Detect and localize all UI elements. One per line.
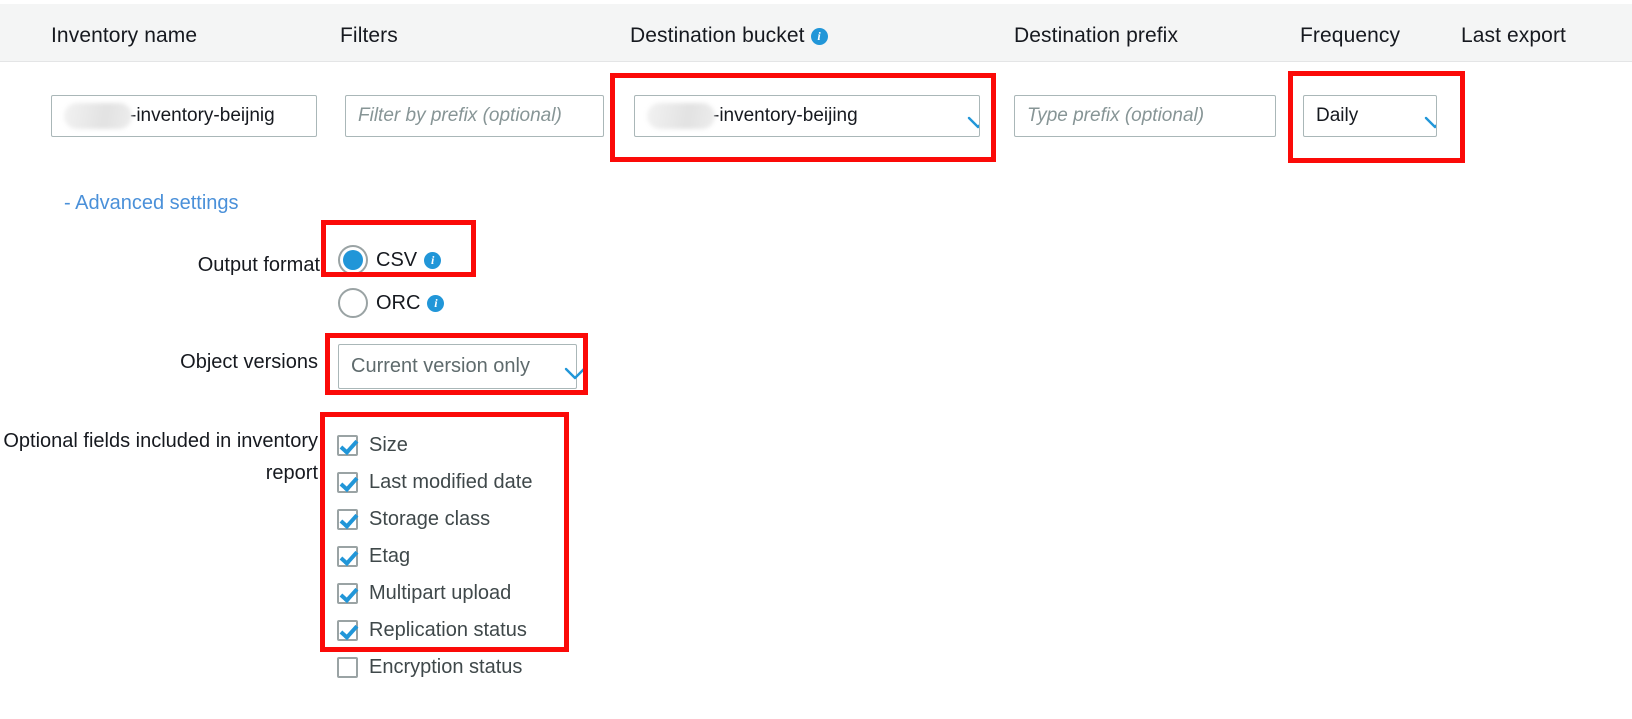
object-versions-label-text: Object versions: [180, 351, 318, 373]
redacted-text-chip: [647, 103, 715, 129]
frequency-value: Daily: [1316, 105, 1359, 126]
advanced-settings-toggle-label: - Advanced settings: [64, 192, 239, 214]
inventory-table-header: Inventory name Filters Destination bucke…: [0, 4, 1632, 62]
destination-prefix-placeholder: Type prefix (optional): [1027, 105, 1205, 126]
checkbox-last-modified-date[interactable]: [337, 472, 358, 493]
info-icon[interactable]: i: [424, 251, 442, 269]
column-header-filters-label: Filters: [340, 24, 398, 47]
destination-bucket-select[interactable]: -inventory-beijing: [634, 95, 980, 137]
advanced-settings-toggle[interactable]: - Advanced settings: [64, 192, 239, 215]
column-header-inventory-name: Inventory name: [51, 24, 197, 48]
checkbox-row-etag[interactable]: Etag: [337, 538, 532, 575]
info-icon[interactable]: i: [810, 28, 828, 45]
checkbox-row-multipart-upload[interactable]: Multipart upload: [337, 575, 532, 612]
checkbox-last-modified-date-label: Last modified date: [369, 471, 533, 493]
column-header-destination-bucket: Destination bucket i: [630, 24, 828, 48]
checkbox-row-storage-class[interactable]: Storage class: [337, 501, 532, 538]
object-versions-value: Current version only: [351, 355, 530, 377]
checkbox-encryption-status[interactable]: [337, 657, 358, 678]
checkbox-storage-class-label: Storage class: [369, 508, 491, 530]
checkbox-multipart-upload[interactable]: [337, 583, 358, 604]
column-header-frequency: Frequency: [1300, 24, 1400, 48]
radio-button-csv[interactable]: [338, 245, 368, 275]
checkbox-encryption-status-label: Encryption status: [369, 656, 523, 678]
destination-prefix-input[interactable]: Type prefix (optional): [1014, 95, 1276, 137]
output-format-label: Output format: [0, 251, 320, 279]
inventory-name-input[interactable]: -inventory-beijnig: [51, 95, 317, 137]
optional-fields-checkbox-list: Size Last modified date Storage class Et…: [337, 427, 532, 686]
column-header-destination-bucket-label: Destination bucket: [630, 24, 805, 47]
checkbox-etag[interactable]: [337, 546, 358, 567]
column-header-last-export: Last export: [1461, 24, 1566, 48]
destination-bucket-value: -inventory-beijing: [713, 105, 858, 126]
checkbox-row-last-modified-date[interactable]: Last modified date: [337, 464, 532, 501]
optional-fields-label-text: Optional fields included in inventory re…: [3, 430, 318, 484]
output-format-label-text: Output format: [197, 254, 320, 276]
column-header-inventory-name-label: Inventory name: [51, 24, 198, 47]
checkbox-size-label: Size: [369, 434, 408, 456]
column-header-filters: Filters: [340, 24, 398, 48]
output-format-option-orc-label: ORC: [376, 291, 421, 314]
checkbox-storage-class[interactable]: [337, 509, 358, 530]
checkbox-etag-label: Etag: [369, 545, 411, 567]
filters-input[interactable]: Filter by prefix (optional): [345, 95, 604, 137]
redacted-text-chip: [64, 103, 132, 129]
column-header-last-export-label: Last export: [1461, 24, 1566, 47]
optional-fields-label: Optional fields included in inventory re…: [0, 425, 318, 489]
checkbox-replication-status[interactable]: [337, 620, 358, 641]
radio-button-orc[interactable]: [338, 288, 368, 318]
output-format-option-csv-label: CSV: [376, 248, 418, 271]
column-header-destination-prefix: Destination prefix: [1014, 24, 1178, 48]
checkbox-size[interactable]: [337, 435, 358, 456]
column-header-frequency-label: Frequency: [1300, 24, 1401, 47]
checkbox-row-size[interactable]: Size: [337, 427, 532, 464]
column-header-destination-prefix-label: Destination prefix: [1014, 24, 1179, 47]
checkbox-multipart-upload-label: Multipart upload: [369, 582, 512, 604]
checkbox-row-replication-status[interactable]: Replication status: [337, 612, 532, 649]
info-icon[interactable]: i: [427, 294, 445, 312]
frequency-select[interactable]: Daily: [1303, 95, 1437, 137]
checkbox-replication-status-label: Replication status: [369, 619, 527, 641]
checkbox-row-encryption-status[interactable]: Encryption status: [337, 649, 532, 686]
object-versions-label: Object versions: [0, 348, 318, 376]
filters-placeholder: Filter by prefix (optional): [358, 105, 562, 126]
output-format-option-csv[interactable]: CSV i: [338, 245, 442, 275]
inventory-name-value: -inventory-beijnig: [130, 105, 275, 126]
output-format-option-orc[interactable]: ORC i: [338, 288, 445, 318]
object-versions-select[interactable]: Current version only: [338, 344, 586, 389]
